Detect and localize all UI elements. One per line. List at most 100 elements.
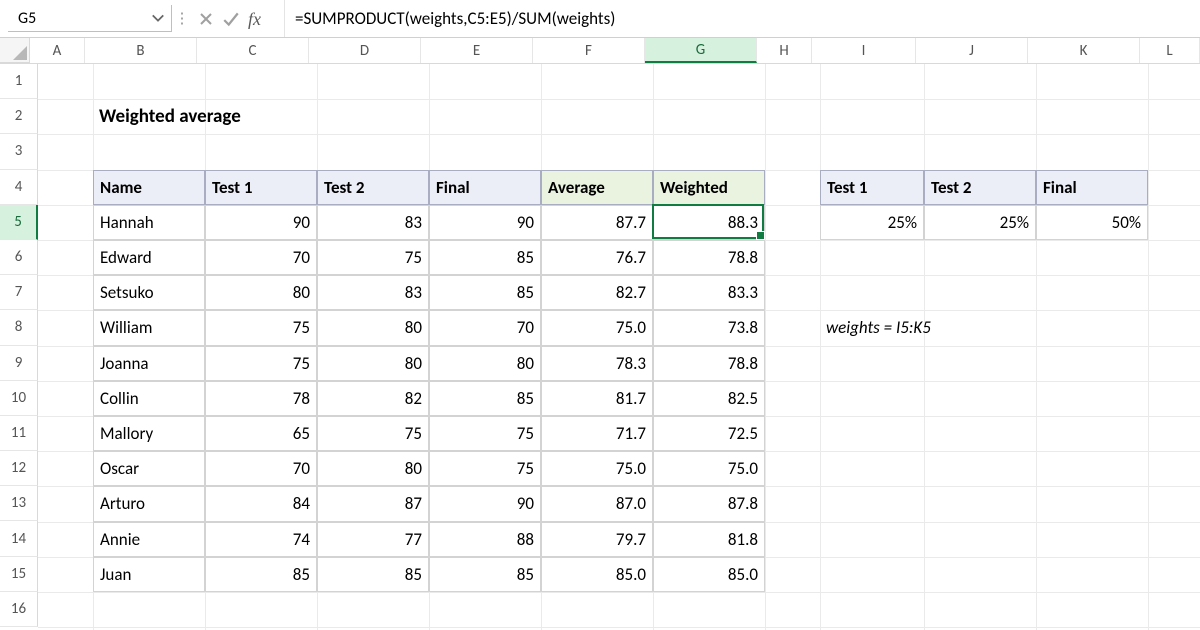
formula-input[interactable]: =SUMPRODUCT(weights,C5:E5)/SUM(weights) bbox=[284, 0, 1200, 37]
fx-icon[interactable]: fx bbox=[248, 9, 278, 29]
t1-7[interactable]: 70 bbox=[205, 451, 317, 486]
row-header-3[interactable]: 3 bbox=[0, 134, 38, 169]
weights-header-2[interactable]: Final bbox=[1036, 170, 1148, 205]
name-8[interactable]: Arturo bbox=[93, 486, 205, 521]
grid[interactable]: Weighted averageNameTest 1Test 2FinalAve… bbox=[38, 64, 1200, 630]
row-header-14[interactable]: 14 bbox=[0, 521, 38, 556]
weights-header-1[interactable]: Test 2 bbox=[924, 170, 1036, 205]
wgt-2[interactable]: 83.3 bbox=[653, 275, 765, 310]
select-all-corner[interactable] bbox=[0, 38, 30, 63]
fin-6[interactable]: 75 bbox=[429, 416, 541, 451]
fin-3[interactable]: 70 bbox=[429, 310, 541, 345]
avg-10[interactable]: 85.0 bbox=[541, 557, 653, 592]
avg-5[interactable]: 81.7 bbox=[541, 381, 653, 416]
t1-9[interactable]: 74 bbox=[205, 522, 317, 557]
row-header-4[interactable]: 4 bbox=[0, 170, 38, 205]
t2-3[interactable]: 80 bbox=[317, 310, 429, 345]
cancel-icon[interactable] bbox=[198, 11, 214, 27]
t1-10[interactable]: 85 bbox=[205, 557, 317, 592]
fin-10[interactable]: 85 bbox=[429, 557, 541, 592]
avg-1[interactable]: 76.7 bbox=[541, 240, 653, 275]
avg-9[interactable]: 79.7 bbox=[541, 522, 653, 557]
avg-3[interactable]: 75.0 bbox=[541, 310, 653, 345]
main-header-1[interactable]: Test 1 bbox=[205, 170, 317, 205]
t1-2[interactable]: 80 bbox=[205, 275, 317, 310]
t2-9[interactable]: 77 bbox=[317, 522, 429, 557]
wgt-8[interactable]: 87.8 bbox=[653, 486, 765, 521]
row-header-1[interactable]: 1 bbox=[0, 64, 38, 99]
t2-4[interactable]: 80 bbox=[317, 346, 429, 381]
avg-8[interactable]: 87.0 bbox=[541, 486, 653, 521]
row-header-8[interactable]: 8 bbox=[0, 310, 38, 345]
avg-0[interactable]: 87.7 bbox=[541, 205, 653, 240]
fin-9[interactable]: 88 bbox=[429, 522, 541, 557]
avg-2[interactable]: 82.7 bbox=[541, 275, 653, 310]
main-header-5[interactable]: Weighted bbox=[653, 170, 765, 205]
t1-6[interactable]: 65 bbox=[205, 416, 317, 451]
weights-value-1[interactable]: 25% bbox=[924, 205, 1036, 240]
col-header-F[interactable]: F bbox=[533, 38, 645, 63]
wgt-0[interactable]: 88.3 bbox=[653, 205, 765, 240]
t1-5[interactable]: 78 bbox=[205, 381, 317, 416]
t1-3[interactable]: 75 bbox=[205, 310, 317, 345]
t2-6[interactable]: 75 bbox=[317, 416, 429, 451]
wgt-4[interactable]: 78.8 bbox=[653, 346, 765, 381]
name-3[interactable]: William bbox=[93, 310, 205, 345]
weights-value-2[interactable]: 50% bbox=[1036, 205, 1148, 240]
fin-1[interactable]: 85 bbox=[429, 240, 541, 275]
avg-4[interactable]: 78.3 bbox=[541, 346, 653, 381]
name-0[interactable]: Hannah bbox=[93, 205, 205, 240]
col-header-H[interactable]: H bbox=[757, 38, 812, 63]
avg-7[interactable]: 75.0 bbox=[541, 451, 653, 486]
row-header-11[interactable]: 11 bbox=[0, 416, 38, 451]
row-header-9[interactable]: 9 bbox=[0, 346, 38, 381]
name-1[interactable]: Edward bbox=[93, 240, 205, 275]
row-header-10[interactable]: 10 bbox=[0, 381, 38, 416]
main-header-4[interactable]: Average bbox=[541, 170, 653, 205]
row-header-15[interactable]: 15 bbox=[0, 557, 38, 592]
t1-4[interactable]: 75 bbox=[205, 346, 317, 381]
weights-header-0[interactable]: Test 1 bbox=[820, 170, 924, 205]
col-header-B[interactable]: B bbox=[85, 38, 197, 63]
fin-5[interactable]: 85 bbox=[429, 381, 541, 416]
t2-5[interactable]: 82 bbox=[317, 381, 429, 416]
wgt-5[interactable]: 82.5 bbox=[653, 381, 765, 416]
row-header-5[interactable]: 5 bbox=[0, 205, 38, 240]
check-icon[interactable] bbox=[222, 10, 240, 28]
row-header-6[interactable]: 6 bbox=[0, 240, 38, 275]
t2-7[interactable]: 80 bbox=[317, 451, 429, 486]
name-5[interactable]: Collin bbox=[93, 381, 205, 416]
wgt-10[interactable]: 85.0 bbox=[653, 557, 765, 592]
col-header-A[interactable]: A bbox=[30, 38, 85, 63]
t2-2[interactable]: 83 bbox=[317, 275, 429, 310]
wgt-6[interactable]: 72.5 bbox=[653, 416, 765, 451]
name-6[interactable]: Mallory bbox=[93, 416, 205, 451]
col-header-J[interactable]: J bbox=[916, 38, 1028, 63]
fin-7[interactable]: 75 bbox=[429, 451, 541, 486]
row-header-7[interactable]: 7 bbox=[0, 275, 38, 310]
fin-0[interactable]: 90 bbox=[429, 205, 541, 240]
avg-6[interactable]: 71.7 bbox=[541, 416, 653, 451]
wgt-1[interactable]: 78.8 bbox=[653, 240, 765, 275]
row-header-2[interactable]: 2 bbox=[0, 99, 38, 134]
col-header-E[interactable]: E bbox=[421, 38, 533, 63]
main-header-2[interactable]: Test 2 bbox=[317, 170, 429, 205]
name-4[interactable]: Joanna bbox=[93, 346, 205, 381]
row-header-12[interactable]: 12 bbox=[0, 451, 38, 486]
name-7[interactable]: Oscar bbox=[93, 451, 205, 486]
col-header-C[interactable]: C bbox=[197, 38, 309, 63]
name-2[interactable]: Setsuko bbox=[93, 275, 205, 310]
t2-8[interactable]: 87 bbox=[317, 486, 429, 521]
name-10[interactable]: Juan bbox=[93, 557, 205, 592]
fin-4[interactable]: 80 bbox=[429, 346, 541, 381]
t1-0[interactable]: 90 bbox=[205, 205, 317, 240]
name-box[interactable]: G5 bbox=[8, 5, 172, 32]
name-9[interactable]: Annie bbox=[93, 522, 205, 557]
col-header-L[interactable]: L bbox=[1140, 38, 1200, 63]
col-header-G[interactable]: G bbox=[645, 38, 757, 63]
main-header-3[interactable]: Final bbox=[429, 170, 541, 205]
t2-10[interactable]: 85 bbox=[317, 557, 429, 592]
wgt-9[interactable]: 81.8 bbox=[653, 522, 765, 557]
col-header-D[interactable]: D bbox=[309, 38, 421, 63]
fin-8[interactable]: 90 bbox=[429, 486, 541, 521]
